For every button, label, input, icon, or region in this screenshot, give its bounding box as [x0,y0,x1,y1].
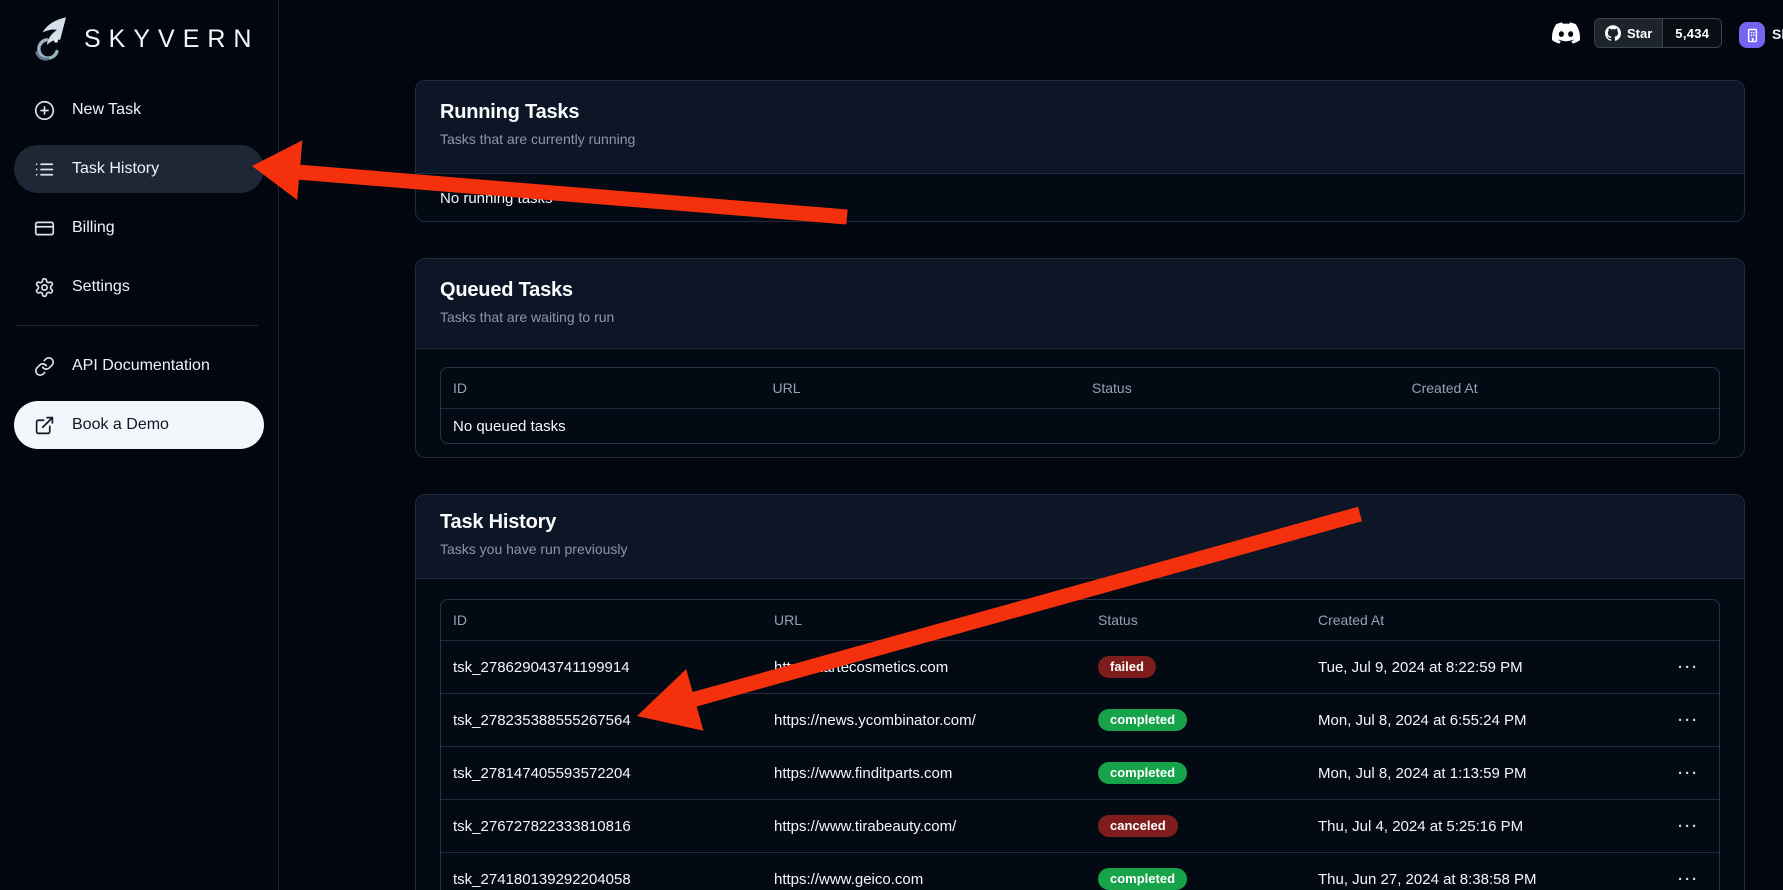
task-history-rows: tsk_278629043741199914 https://tartecosm… [441,640,1719,890]
sidebar-item-settings[interactable]: Settings [14,263,264,311]
sidebar-item-billing[interactable]: Billing [14,204,264,252]
table-row[interactable]: tsk_278235388555267564 https://news.ycom… [441,693,1719,746]
row-actions-button[interactable]: ··· [1666,765,1719,782]
column-header-created-at: Created At [1400,380,1720,396]
sidebar-item-label: API Documentation [72,357,210,375]
column-header-created-at: Created At [1306,612,1666,628]
status-badge: completed [1098,762,1187,784]
row-actions-button[interactable]: ··· [1666,871,1719,888]
column-header-id: ID [441,612,762,628]
table-row[interactable]: tsk_276727822333810816 https://www.tirab… [441,799,1719,852]
github-star-button[interactable]: Star 5,434 [1594,18,1722,48]
column-header-id: ID [441,380,761,396]
queued-tasks-card: Queued Tasks Tasks that are waiting to r… [415,258,1745,458]
status-badge: canceled [1098,815,1178,837]
task-id: tsk_278235388555267564 [441,712,762,729]
task-url: https://www.geico.com [762,871,1086,888]
task-created-at: Mon, Jul 8, 2024 at 1:13:59 PM [1306,765,1666,782]
github-star-segment[interactable]: Star [1595,19,1663,47]
sidebar-item-label: Book a Demo [72,416,169,434]
running-tasks-header: Running Tasks Tasks that are currently r… [416,81,1744,174]
queued-tasks-table: ID URL Status Created At No queued tasks [440,367,1720,444]
task-url: https://news.ycombinator.com/ [762,712,1086,729]
external-link-icon [34,415,55,436]
task-created-at: Tue, Jul 9, 2024 at 8:22:59 PM [1306,659,1666,676]
task-history-header: Task History Tasks you have run previous… [416,495,1744,579]
running-tasks-card: Running Tasks Tasks that are currently r… [415,80,1745,222]
skyvern-logo-icon [26,12,76,66]
row-actions-button[interactable]: ··· [1666,659,1719,676]
card-subtitle: Tasks that are waiting to run [440,309,1720,325]
plus-circle-icon [34,100,55,121]
table-row[interactable]: tsk_278147405593572204 https://www.findi… [441,746,1719,799]
task-history-table: ID URL Status Created At tsk_27862904374… [440,599,1720,890]
sidebar-item-api-documentation[interactable]: API Documentation [14,342,264,390]
task-url: https://tartecosmetics.com [762,659,1086,676]
column-header-url: URL [762,612,1086,628]
running-tasks-empty-message: No running tasks [416,174,1744,222]
table-row[interactable]: tsk_274180139292204058 https://www.geico… [441,852,1719,890]
github-star-count: 5,434 [1663,19,1721,47]
app-window: SKYVERN New Task Task History Billing Se… [0,0,1783,890]
task-url: https://www.finditparts.com [762,765,1086,782]
sidebar-item-book-a-demo[interactable]: Book a Demo [14,401,264,449]
skyvern-logo[interactable]: SKYVERN [0,0,278,70]
sidebar-item-label: Task History [72,160,159,178]
list-icon [34,159,55,180]
status-badge: completed [1098,709,1187,731]
task-id: tsk_278629043741199914 [441,659,762,676]
column-header-status: Status [1086,612,1306,628]
task-id: tsk_278147405593572204 [441,765,762,782]
account-avatar[interactable] [1739,22,1765,48]
status-badge: completed [1098,868,1187,890]
table-header-row: ID URL Status Created At [441,368,1719,408]
card-subtitle: Tasks that are currently running [440,131,1720,147]
link-icon [34,356,55,377]
queued-tasks-empty-message: No queued tasks [441,408,1719,443]
card-title: Running Tasks [440,101,1720,124]
organization-icon [1744,27,1761,44]
row-actions-button[interactable]: ··· [1666,712,1719,729]
sidebar-primary-nav: New Task Task History Billing Settings [14,86,264,311]
column-header-status: Status [1080,380,1400,396]
sidebar: SKYVERN New Task Task History Billing Se… [0,0,279,890]
sidebar-item-label: Settings [72,278,130,296]
github-star-label: Star [1627,26,1652,41]
task-history-body: ID URL Status Created At tsk_27862904374… [416,579,1744,890]
sidebar-item-label: New Task [72,101,141,119]
task-id: tsk_274180139292204058 [441,871,762,888]
credit-card-icon [34,218,55,239]
sidebar-divider [16,325,258,326]
task-id: tsk_276727822333810816 [441,818,762,835]
row-actions-button[interactable]: ··· [1666,818,1719,835]
column-header-url: URL [761,380,1081,396]
github-icon [1605,25,1621,41]
queued-tasks-body: ID URL Status Created At No queued tasks [416,349,1744,462]
task-url: https://www.tirabeauty.com/ [762,818,1086,835]
sidebar-item-new-task[interactable]: New Task [14,86,264,134]
card-subtitle: Tasks you have run previously [440,541,1720,557]
sidebar-item-label: Billing [72,219,115,237]
brand-name: SKYVERN [84,25,259,54]
gear-icon [34,277,55,298]
task-created-at: Thu, Jul 4, 2024 at 5:25:16 PM [1306,818,1666,835]
table-header-row: ID URL Status Created At [441,600,1719,640]
queued-tasks-header: Queued Tasks Tasks that are waiting to r… [416,259,1744,349]
task-created-at: Mon, Jul 8, 2024 at 6:55:24 PM [1306,712,1666,729]
table-row[interactable]: tsk_278629043741199914 https://tartecosm… [441,640,1719,693]
card-title: Queued Tasks [440,279,1720,302]
card-title: Task History [440,511,1720,534]
account-name-label[interactable]: Sk [1772,26,1783,42]
task-created-at: Thu, Jun 27, 2024 at 8:38:58 PM [1306,871,1666,888]
status-badge: failed [1098,656,1156,678]
task-history-card: Task History Tasks you have run previous… [415,494,1745,890]
sidebar-secondary-nav: API Documentation Book a Demo [14,342,264,449]
sidebar-item-task-history[interactable]: Task History [14,145,264,193]
discord-icon[interactable] [1550,19,1582,47]
